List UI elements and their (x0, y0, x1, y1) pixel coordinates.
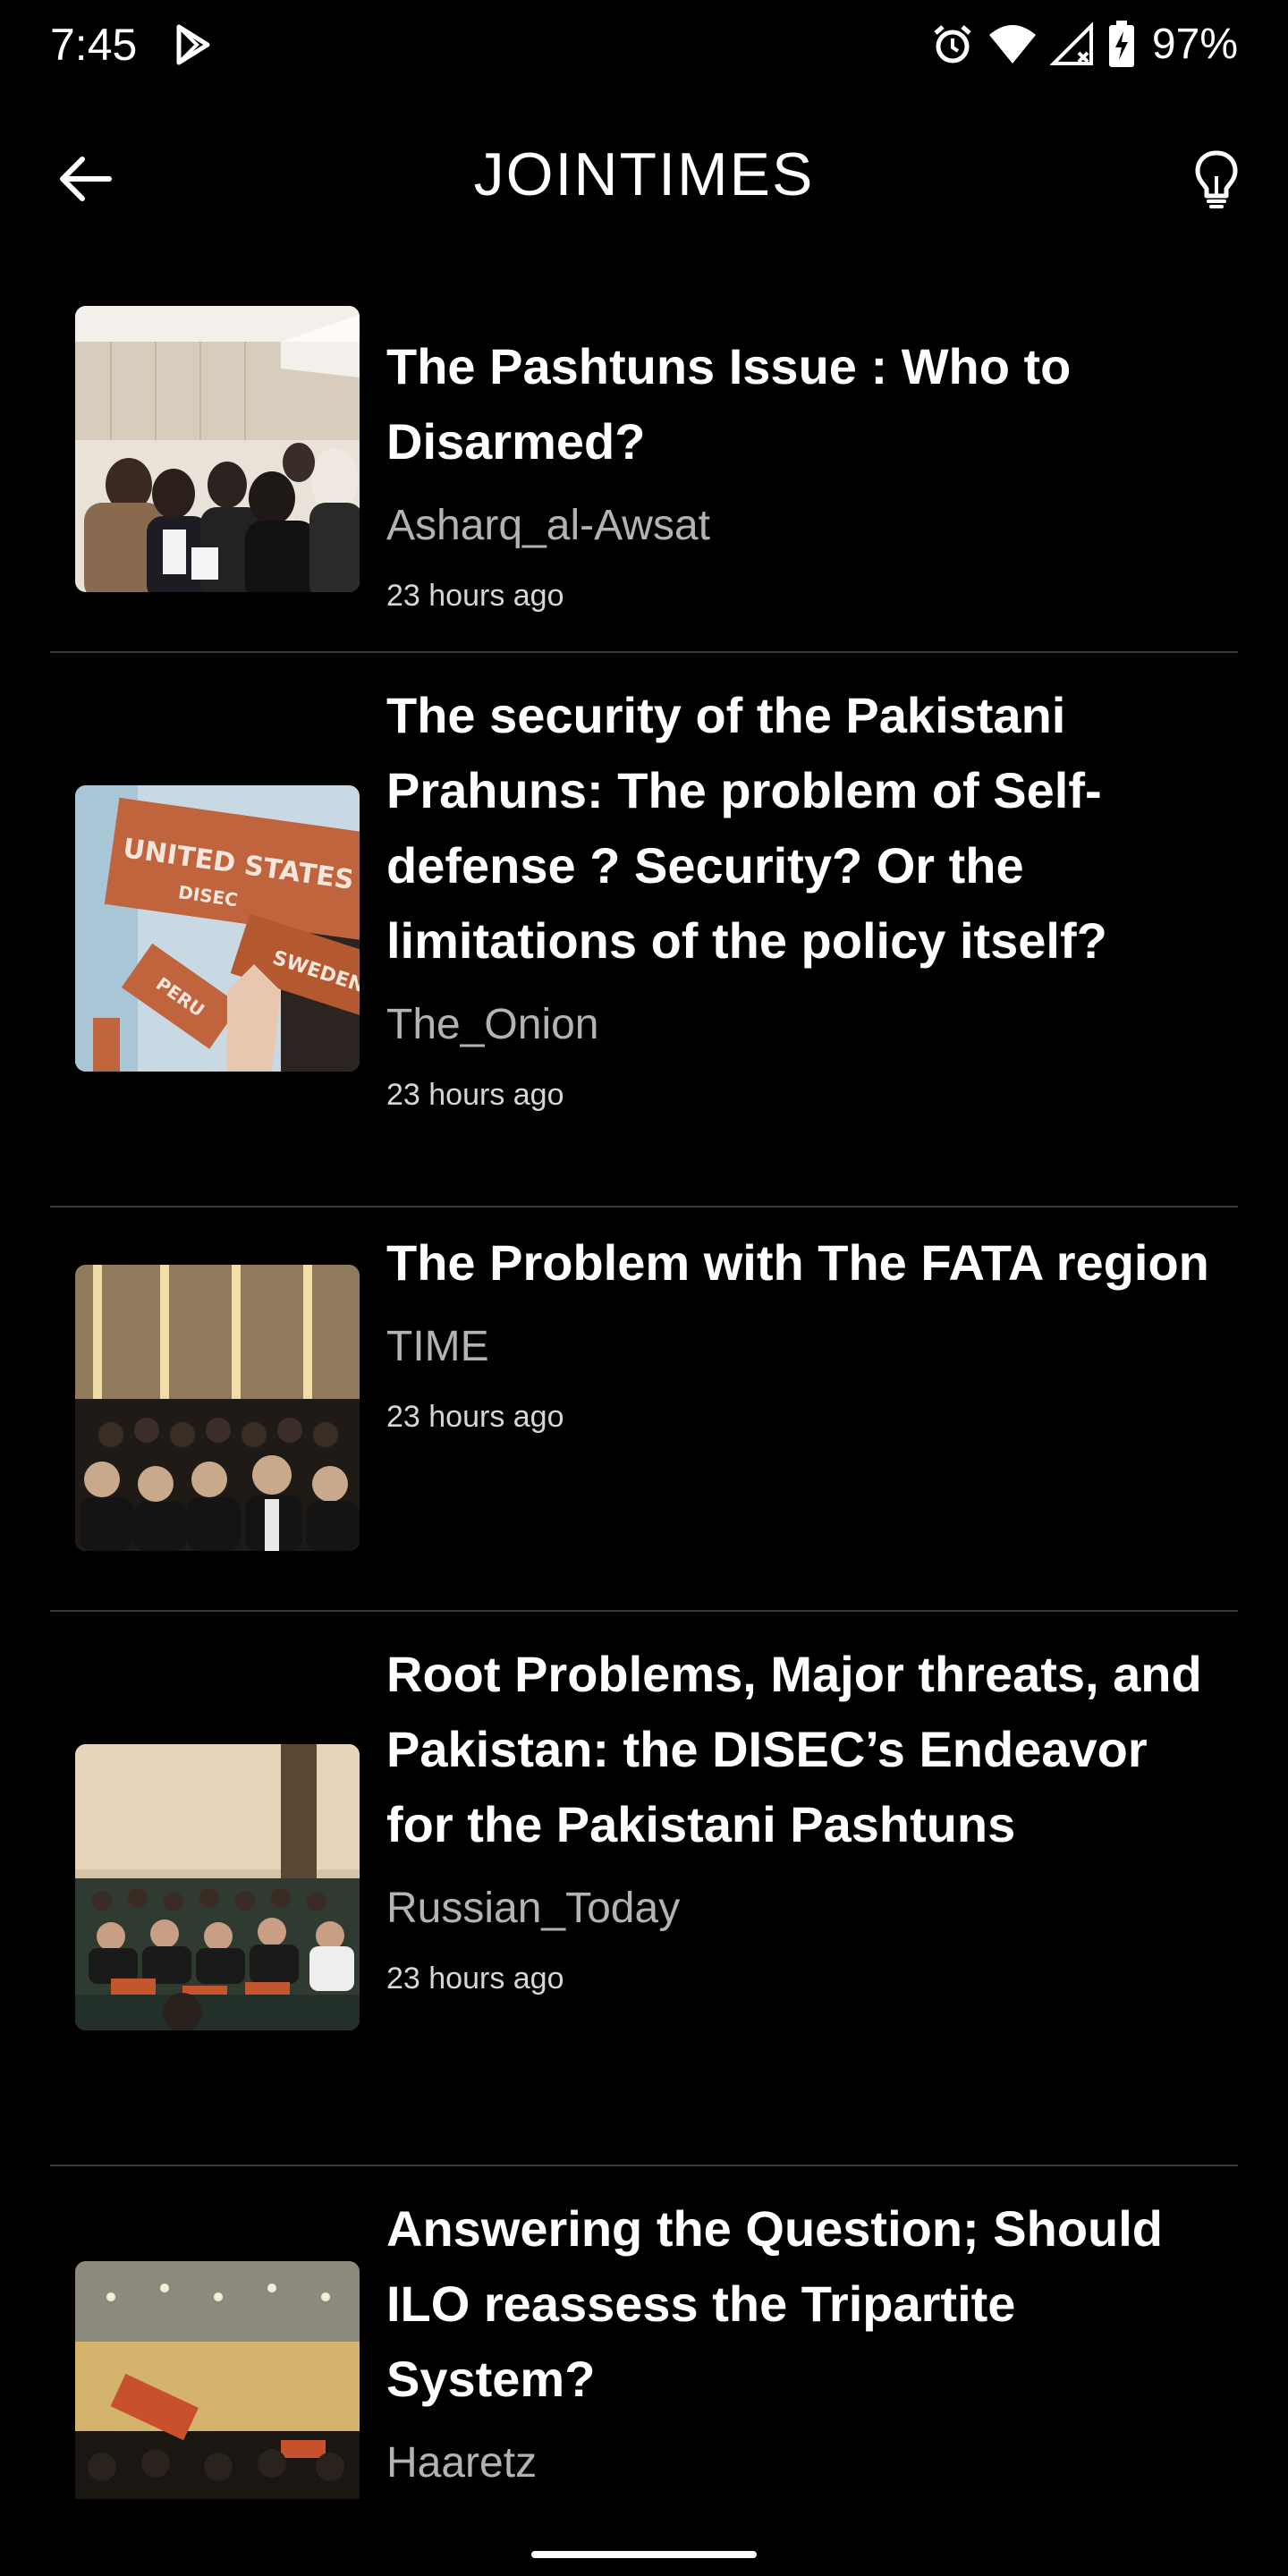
status-icons: 97% (930, 18, 1238, 72)
article-title: The security of the Pakistani Prahuns: T… (386, 687, 1107, 969)
article-thumbnail: UNITED STATES DISEC SWEDEN PERU (75, 785, 360, 1072)
article-thumbnail (75, 306, 360, 592)
article-time: 23 hours ago (386, 1078, 564, 1112)
article-body: The security of the Pakistani Prahuns: T… (386, 678, 1218, 1114)
article-title: The Pashtuns Issue : Who to Disarmed? (386, 338, 1072, 470)
article-time: 23 hours ago (386, 579, 564, 613)
article-item[interactable]: Root Problems, Major threats, and Pakist… (50, 1612, 1238, 2165)
home-indicator[interactable] (531, 2551, 757, 2558)
article-source: Russian_Today (386, 1885, 681, 1932)
article-source: TIME (386, 1323, 489, 1370)
article-title: Answering the Question; Should ILO reass… (386, 2200, 1163, 2407)
article-body: The Pashtuns Issue : Who to Disarmed? As… (386, 329, 1218, 615)
article-source: The_Onion (386, 1001, 599, 1048)
article-time: 23 hours ago (386, 1962, 564, 1996)
article-body: Answering the Question; Should ILO reass… (386, 2191, 1218, 2490)
wifi-icon (988, 25, 1036, 64)
app-bar: JOINTIMES (0, 116, 1288, 233)
article-thumbnail (75, 1265, 360, 1551)
signal-icon (1049, 22, 1093, 65)
article-thumbnail (75, 2261, 360, 2499)
article-title: The Problem with The FATA region (386, 1234, 1209, 1291)
article-body: The Problem with The FATA region TIME 23… (386, 1225, 1218, 1436)
article-item[interactable]: The Pashtuns Issue : Who to Disarmed? As… (50, 302, 1238, 624)
article-item[interactable]: UNITED STATES DISEC SWEDEN PERU The secu… (50, 653, 1238, 1206)
article-item[interactable]: Answering the Question; Should ILO reass… (50, 2166, 1238, 2499)
article-source: Haaretz (386, 2439, 538, 2487)
article-title: Root Problems, Major threats, and Pakist… (386, 1646, 1202, 1852)
status-time: 7:45 (50, 20, 138, 70)
article-thumbnail (75, 1744, 360, 2030)
article-body: Root Problems, Major threats, and Pakist… (386, 1637, 1218, 1998)
battery-percent: 97% (1151, 21, 1238, 68)
lightbulb-icon (1195, 150, 1238, 208)
app-title: JOINTIMES (473, 140, 815, 208)
play-store-icon (176, 24, 210, 65)
article-item[interactable]: The Problem with The FATA region TIME 23… (50, 1208, 1238, 1610)
battery-charging-icon (1108, 21, 1134, 67)
article-time: 23 hours ago (386, 1400, 564, 1434)
article-list: The Pashtuns Issue : Who to Disarmed? As… (0, 268, 1288, 2499)
article-source: Asharq_al-Awsat (386, 502, 710, 549)
status-bar: 7:45 97% (0, 0, 1288, 89)
alarm-icon (934, 25, 971, 64)
tips-button[interactable] (1181, 143, 1252, 215)
